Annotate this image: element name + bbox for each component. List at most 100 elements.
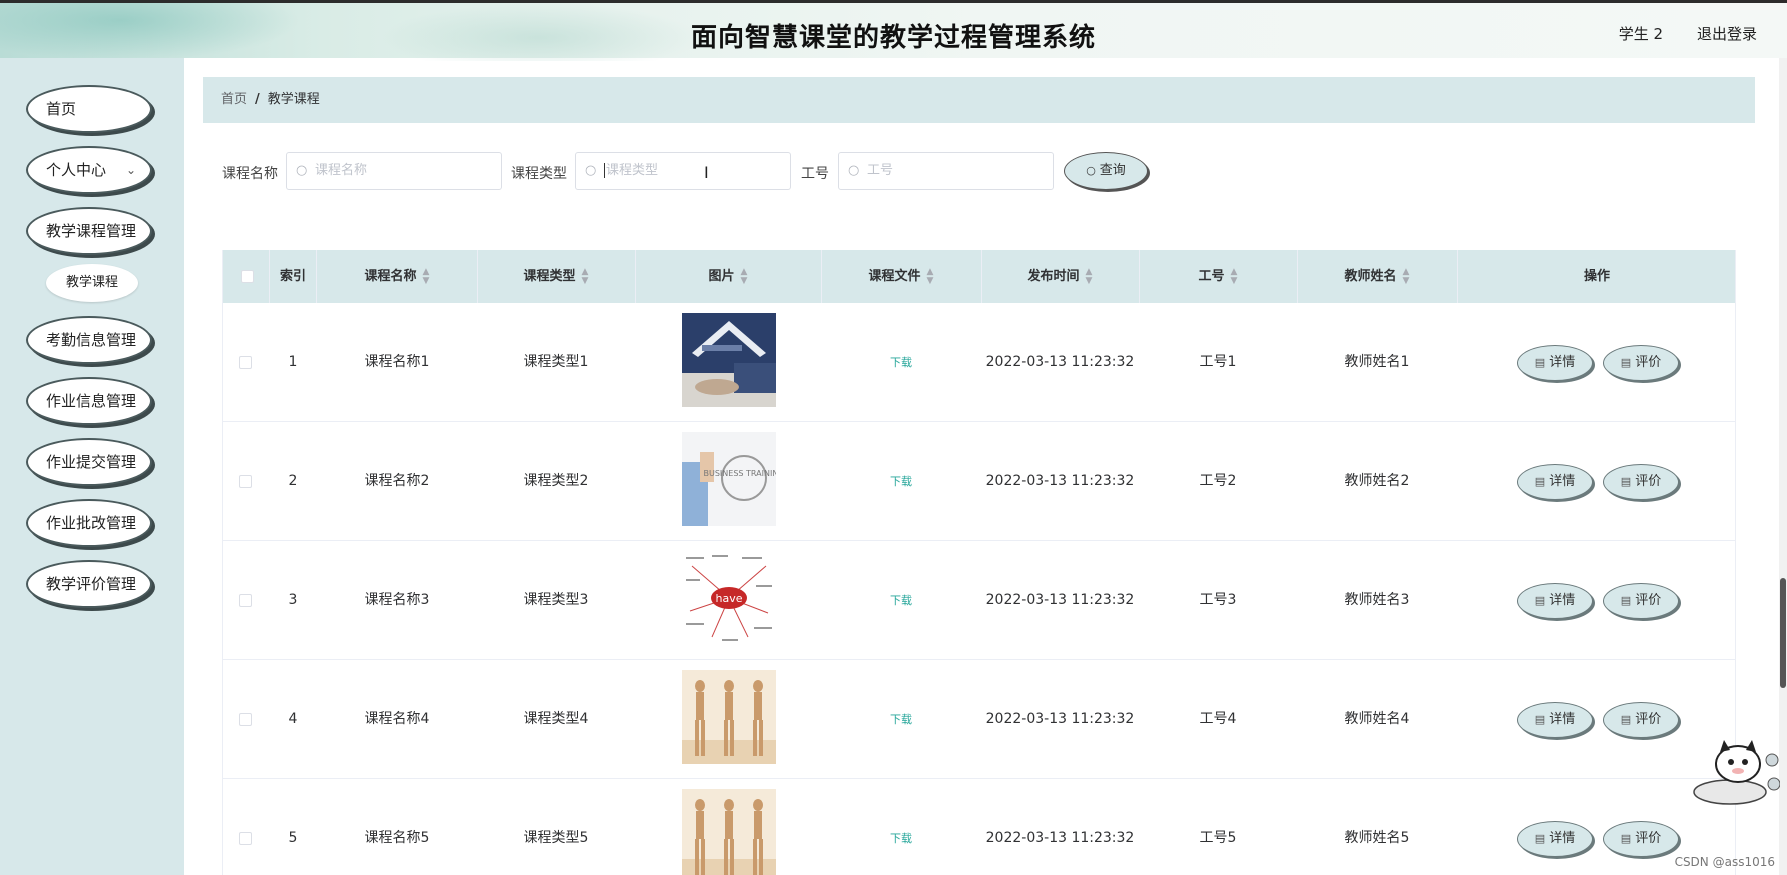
header-image[interactable]: 图片 ▲ ▼ <box>635 250 821 303</box>
detail-button[interactable]: ▤ 详情 <box>1517 821 1593 857</box>
logout-link[interactable]: 退出登录 <box>1697 23 1757 44</box>
sort-icon[interactable]: ▲ ▼ <box>582 267 589 286</box>
cell-index: 5 <box>288 830 298 846</box>
sidebar-item-label: 作业批改管理 <box>46 514 137 532</box>
cell-job-no: 工号3 <box>1199 592 1237 608</box>
sidebar-item-homework-review[interactable]: 作业批改管理 <box>26 499 152 547</box>
text-cursor <box>604 163 605 178</box>
cell-publish-time: 2022-03-13 11:23:32 <box>985 711 1135 727</box>
sidebar-item-homework-info[interactable]: 作业信息管理 <box>26 377 152 425</box>
page-scrollbar[interactable] <box>1779 58 1787 875</box>
detail-button[interactable]: ▤ 详情 <box>1517 464 1593 500</box>
scrollbar-thumb[interactable] <box>1780 578 1786 688</box>
download-link[interactable]: 下载 <box>890 475 912 488</box>
header-label: 教师姓名 <box>1344 269 1397 284</box>
query-button[interactable]: ○ 查询 <box>1064 152 1148 190</box>
table-row: 3 课程名称3 课程类型3 have 下载 2022-03-13 11:23:3… <box>223 541 1735 660</box>
course-type-input[interactable]: ○ 课程类型 <box>575 152 791 190</box>
evaluate-button[interactable]: ▤ 评价 <box>1603 345 1679 381</box>
detail-label: 详情 <box>1549 355 1576 370</box>
course-name-label: 课程名称 <box>222 166 278 182</box>
cell-course-type: 课程类型4 <box>523 711 589 727</box>
cell-teacher-name: 教师姓名2 <box>1344 473 1410 489</box>
course-image: have <box>682 551 776 645</box>
cell-publish-time: 2022-03-13 11:23:32 <box>985 354 1135 370</box>
sidebar-item-personal-center[interactable]: 个人中心 ⌄ <box>26 146 152 194</box>
detail-button[interactable]: ▤ 详情 <box>1517 583 1593 619</box>
evaluate-button[interactable]: ▤ 评价 <box>1603 821 1679 857</box>
row-checkbox[interactable] <box>239 356 252 369</box>
course-image <box>682 789 776 875</box>
cell-publish-time: 2022-03-13 11:23:32 <box>985 473 1135 489</box>
header-index: 索引 <box>279 269 306 284</box>
sort-icon[interactable]: ▲ ▼ <box>741 267 748 286</box>
table-row: 5 课程名称5 课程类型5 下载 2022-03-13 11:23:32 工号5… <box>223 779 1735 875</box>
cat-mascot-icon[interactable] <box>1690 740 1781 806</box>
job-no-input[interactable]: ○ 工号 <box>838 152 1054 190</box>
evaluate-button[interactable]: ▤ 评价 <box>1603 583 1679 619</box>
document-icon: ▤ <box>1534 594 1546 607</box>
cell-teacher-name: 教师姓名1 <box>1344 354 1410 370</box>
sidebar-item-course-management[interactable]: 教学课程管理 <box>26 207 152 255</box>
cell-course-name: 课程名称3 <box>364 592 430 608</box>
sidebar-item-label: 首页 <box>46 100 77 118</box>
job-no-label: 工号 <box>801 166 829 182</box>
search-icon: ○ <box>1086 164 1096 177</box>
select-all-checkbox[interactable] <box>241 270 254 283</box>
cell-index: 2 <box>288 473 298 489</box>
download-link[interactable]: 下载 <box>890 594 912 607</box>
download-link[interactable]: 下载 <box>890 356 912 369</box>
sidebar-item-label: 作业提交管理 <box>46 453 137 471</box>
table-row: 2 课程名称2 课程类型2 BUSINESS TRAINING 下载 2022-… <box>223 422 1735 541</box>
sidebar-item-label: 教学课程管理 <box>46 222 137 240</box>
cell-job-no: 工号1 <box>1199 354 1237 370</box>
sort-icon[interactable]: ▲ ▼ <box>1231 267 1238 286</box>
sidebar-subitem-course[interactable]: 教学课程 <box>46 264 138 302</box>
cell-course-name: 课程名称5 <box>364 830 430 846</box>
sort-icon[interactable]: ▲ ▼ <box>423 267 430 286</box>
header-publish-time[interactable]: 发布时间 ▲ ▼ <box>981 250 1139 303</box>
course-image <box>682 670 776 764</box>
detail-label: 详情 <box>1549 712 1576 727</box>
header-teacher-name[interactable]: 教师姓名 ▲ ▼ <box>1297 250 1457 303</box>
header-job-no[interactable]: 工号 ▲ ▼ <box>1139 250 1297 303</box>
cell-teacher-name: 教师姓名4 <box>1344 711 1410 727</box>
sidebar-item-teaching-evaluation[interactable]: 教学评价管理 <box>26 560 152 608</box>
cell-index: 3 <box>288 592 298 608</box>
cell-course-file: 下载 <box>821 303 981 422</box>
evaluate-button[interactable]: ▤ 评价 <box>1603 702 1679 738</box>
download-link[interactable]: 下载 <box>890 713 912 726</box>
sort-icon[interactable]: ▲ ▼ <box>1086 267 1093 286</box>
header-course-file[interactable]: 课程文件 ▲ ▼ <box>821 250 981 303</box>
header-course-name[interactable]: 课程名称 ▲ ▼ <box>317 250 477 303</box>
breadcrumb: 首页 / 教学课程 <box>203 77 1755 123</box>
detail-button[interactable]: ▤ 详情 <box>1517 702 1593 738</box>
breadcrumb-home[interactable]: 首页 <box>221 92 247 107</box>
header-course-type[interactable]: 课程类型 ▲ ▼ <box>477 250 635 303</box>
cell-course-type: 课程类型5 <box>523 830 589 846</box>
course-image: BUSINESS TRAINING <box>682 432 776 526</box>
detail-button[interactable]: ▤ 详情 <box>1517 345 1593 381</box>
row-checkbox[interactable] <box>239 832 252 845</box>
evaluate-button[interactable]: ▤ 评价 <box>1603 464 1679 500</box>
query-button-label: 查询 <box>1099 163 1126 178</box>
document-icon: ▤ <box>1534 713 1546 726</box>
course-name-input[interactable]: ○ 课程名称 <box>286 152 502 190</box>
cell-course-file: 下载 <box>821 541 981 660</box>
cell-job-no: 工号5 <box>1199 830 1237 846</box>
sort-icon[interactable]: ▲ ▼ <box>927 267 934 286</box>
sidebar-item-homework-submit[interactable]: 作业提交管理 <box>26 438 152 486</box>
sidebar-item-attendance[interactable]: 考勤信息管理 <box>26 316 152 364</box>
row-checkbox[interactable] <box>239 475 252 488</box>
search-icon: ○ <box>848 163 860 178</box>
header: 面向智慧课堂的教学过程管理系统 学生 2 退出登录 <box>0 0 1787 61</box>
cell-course-type: 课程类型3 <box>523 592 589 608</box>
evaluate-label: 评价 <box>1635 712 1662 727</box>
course-image <box>682 313 776 407</box>
row-checkbox[interactable] <box>239 594 252 607</box>
sort-icon[interactable]: ▲ ▼ <box>1403 267 1410 286</box>
table-row: 1 课程名称1 课程类型1 下载 2022-03-13 11:23:32 工号1… <box>223 303 1735 422</box>
sidebar-item-home[interactable]: 首页 <box>26 85 152 133</box>
row-checkbox[interactable] <box>239 713 252 726</box>
download-link[interactable]: 下载 <box>890 832 912 845</box>
